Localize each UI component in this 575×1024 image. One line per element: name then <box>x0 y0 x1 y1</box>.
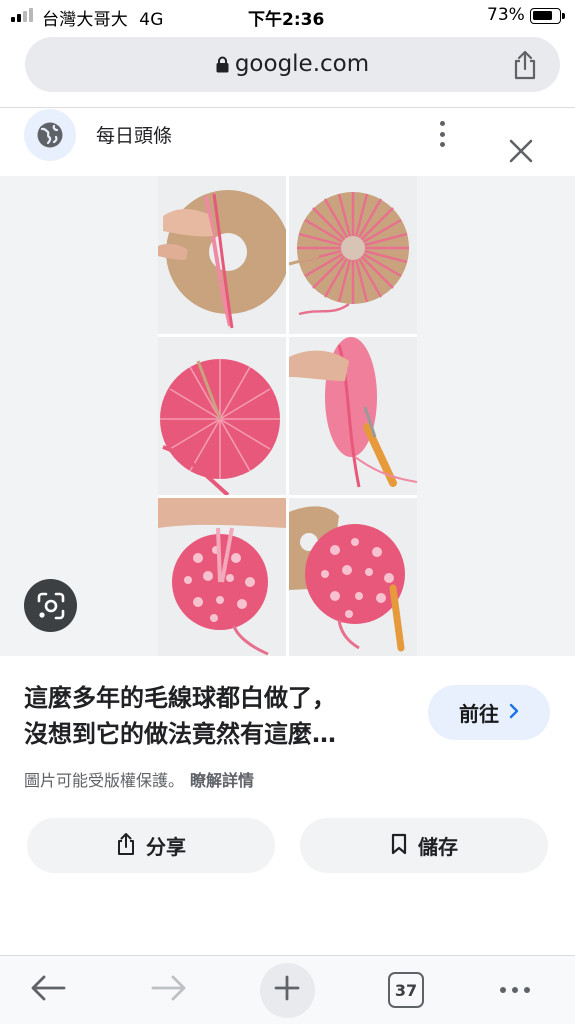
battery-percent: 73% <box>487 5 525 25</box>
share-button[interactable]: 分享 <box>27 818 275 873</box>
result-title-line-1: 這麼多年的毛線球都白做了， <box>24 684 336 712</box>
share-icon[interactable] <box>512 50 538 84</box>
globe-icon <box>24 109 76 161</box>
more-menu-icon[interactable] <box>494 956 536 1024</box>
image-panel-4 <box>289 337 417 495</box>
url-text: google.com <box>234 51 370 77</box>
image-panel-6 <box>289 498 417 656</box>
forward-button[interactable] <box>146 956 192 1024</box>
more-options-icon[interactable] <box>432 118 452 150</box>
divider <box>0 107 575 108</box>
close-icon[interactable] <box>506 136 536 170</box>
status-bar: 台灣大哥大 4G 下午2:36 73% <box>0 0 575 32</box>
result-image[interactable] <box>158 176 417 656</box>
result-title-line-2: 沒想到它的做法竟然有這麼… <box>24 720 336 748</box>
image-panel-1 <box>158 176 286 334</box>
new-tab-button[interactable] <box>259 956 315 1024</box>
lens-icon[interactable] <box>24 579 77 632</box>
share-icon <box>116 832 136 860</box>
carrier-label: 台灣大哥大 4G <box>42 10 164 30</box>
signal-strength-icon <box>11 8 33 22</box>
image-panel-3 <box>158 337 286 495</box>
result-title[interactable]: 這麼多年的毛線球都白做了， 沒想到它的做法竟然有這麼… <box>24 680 404 752</box>
plus-icon <box>274 975 300 1005</box>
learn-more-link[interactable]: 瞭解詳情 <box>190 771 254 790</box>
address-bar[interactable]: google.com <box>25 37 560 92</box>
visit-button[interactable]: 前往 <box>428 685 550 740</box>
arrow-left-icon <box>29 974 67 1006</box>
image-preview-area <box>0 176 575 656</box>
copyright-notice: 圖片可能受版權保護。 瞭解詳情 <box>24 771 255 790</box>
arrow-right-icon <box>150 974 188 1006</box>
save-label: 儲存 <box>418 835 458 859</box>
bookmark-icon <box>390 833 408 859</box>
bottom-toolbar: 37 <box>0 956 575 1024</box>
source-name[interactable]: 每日頭條 <box>96 121 172 148</box>
tab-count: 37 <box>388 972 424 1008</box>
network-type: 4G <box>139 10 164 30</box>
tab-switcher-button[interactable]: 37 <box>386 956 426 1024</box>
status-time: 下午2:36 <box>248 10 325 30</box>
back-button[interactable] <box>25 956 71 1024</box>
chevron-right-icon <box>509 703 519 723</box>
lock-icon <box>216 56 229 73</box>
share-label: 分享 <box>146 835 186 859</box>
image-panel-5 <box>158 498 286 656</box>
battery-icon <box>530 8 565 24</box>
image-panel-2 <box>289 176 417 334</box>
save-button[interactable]: 儲存 <box>300 818 548 873</box>
visit-label: 前往 <box>459 702 499 726</box>
